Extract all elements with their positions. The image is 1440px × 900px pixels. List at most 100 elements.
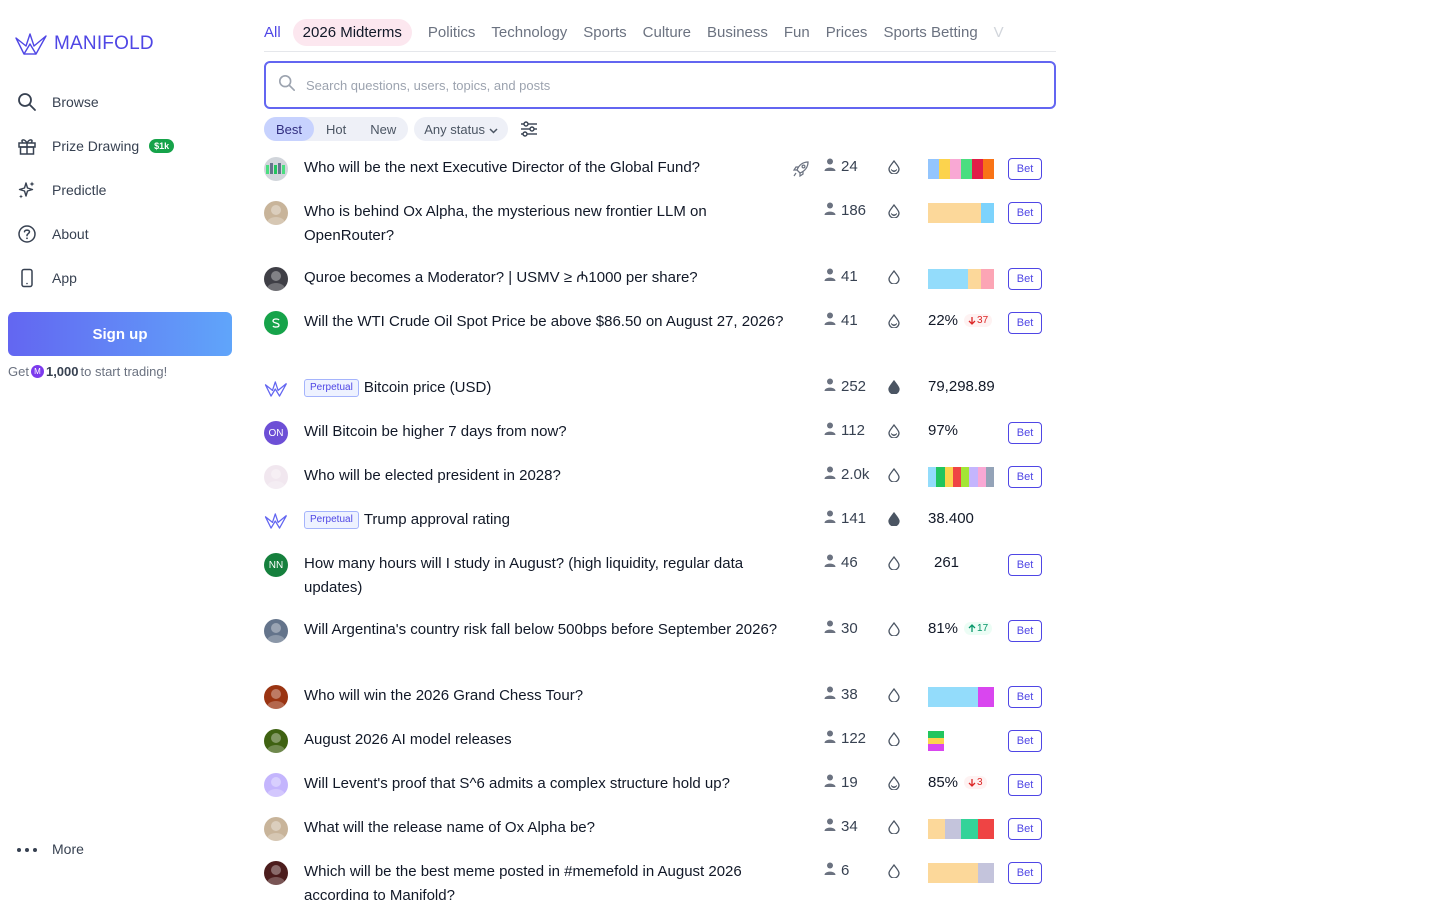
bet-button[interactable]: Bet	[1008, 268, 1042, 290]
bet-button[interactable]: Bet	[1008, 202, 1042, 224]
status-select[interactable]: Any status	[414, 117, 508, 141]
tab-business[interactable]: Business	[707, 24, 768, 41]
market-title[interactable]: Who will be the next Executive Director …	[304, 156, 794, 180]
market-title[interactable]: Will Levent's proof that S^6 admits a co…	[304, 772, 794, 796]
tab-prices[interactable]: Prices	[826, 24, 868, 41]
sidebar-item-predictle[interactable]: Predictle	[16, 168, 236, 212]
tab-politics[interactable]: Politics	[428, 24, 476, 41]
bet-button[interactable]: Bet	[1008, 774, 1042, 796]
question-icon	[16, 223, 38, 245]
tab-sports[interactable]: Sports	[583, 24, 626, 41]
market-title[interactable]: Will Argentina's country risk fall below…	[304, 618, 794, 642]
bet-button[interactable]: Bet	[1008, 466, 1042, 488]
tab-2026-midterms[interactable]: 2026 Midterms	[292, 19, 412, 46]
market-row[interactable]: Who will win the 2026 Grand Chess Tour? 3…	[264, 674, 1056, 718]
market-row[interactable]: Perpetual Bitcoin price (USD) 252 79,298.89	[264, 366, 1056, 410]
trader-count-value: 38	[841, 686, 858, 703]
sidebar-item-about[interactable]: About	[16, 212, 236, 256]
mana-coin-icon: M	[30, 365, 44, 378]
creator-avatar[interactable]	[264, 861, 288, 885]
trader-count-value: 30	[841, 620, 858, 637]
sort-new[interactable]: New	[358, 117, 408, 141]
market-row[interactable]: Who will be the next Executive Director …	[264, 146, 1056, 190]
trader-count: 252	[824, 378, 866, 395]
market-row[interactable]: NN How many hours will I study in August?…	[264, 542, 1056, 608]
creator-avatar[interactable]	[264, 773, 288, 797]
market-row[interactable]: Who will be elected president in 2028? 2.…	[264, 454, 1056, 498]
bet-button[interactable]: Bet	[1008, 158, 1042, 180]
sidebar-item-more[interactable]: More	[16, 840, 84, 858]
market-title[interactable]: Who will be elected president in 2028?	[304, 464, 794, 488]
market-title[interactable]: Will the WTI Crude Oil Spot Price be abo…	[304, 310, 794, 334]
market-title[interactable]: August 2026 AI model releases	[304, 728, 794, 752]
bet-button[interactable]: Bet	[1008, 686, 1042, 708]
trader-count: 141	[824, 510, 866, 527]
bet-button[interactable]: Bet	[1008, 730, 1042, 752]
sidebar-item-app[interactable]: App	[16, 256, 236, 300]
creator-avatar[interactable]	[264, 465, 288, 489]
trader-count: 186	[824, 202, 866, 219]
sidebar-item-browse[interactable]: Browse	[16, 80, 236, 124]
market-title[interactable]: How many hours will I study in August? (…	[304, 552, 794, 600]
creator-avatar[interactable]	[264, 377, 288, 401]
tab-overflow[interactable]: V	[994, 24, 1004, 41]
sign-up-button[interactable]: Sign up	[8, 312, 232, 356]
bet-button[interactable]: Bet	[1008, 818, 1042, 840]
market-title[interactable]: Which will be the best meme posted in #m…	[304, 860, 794, 900]
sort-hot[interactable]: Hot	[314, 117, 358, 141]
creator-avatar[interactable]	[264, 729, 288, 753]
creator-avatar[interactable]	[264, 619, 288, 643]
creator-avatar[interactable]	[264, 685, 288, 709]
user-icon	[824, 554, 836, 571]
market-row[interactable]: Which will be the best meme posted in #m…	[264, 850, 1056, 900]
market-row[interactable]: Will Levent's proof that S^6 admits a co…	[264, 762, 1056, 806]
user-icon	[824, 818, 836, 835]
creator-avatar[interactable]	[264, 509, 288, 533]
market-row[interactable]: Who is behind Ox Alpha, the mysterious n…	[264, 190, 1056, 256]
market-title[interactable]: Perpetual Trump approval rating	[304, 508, 794, 532]
market-title[interactable]: Perpetual Bitcoin price (USD)	[304, 376, 794, 400]
market-row[interactable]: August 2026 AI model releases 122 Bet	[264, 718, 1056, 762]
creator-avatar[interactable]	[264, 817, 288, 841]
creator-avatar[interactable]: ON	[264, 421, 288, 445]
market-row[interactable]: ON Will Bitcoin be higher 7 days from now…	[264, 410, 1056, 454]
market-row[interactable]: Quroe becomes a Moderator? | USMV ≥ ₼100…	[264, 256, 1056, 300]
liquidity-drop-icon	[888, 819, 900, 839]
sort-best[interactable]: Best	[264, 117, 315, 141]
tab-all[interactable]: All	[264, 24, 281, 41]
market-row[interactable]: Will Argentina's country risk fall below…	[264, 608, 1056, 674]
filter-sliders-icon[interactable]	[520, 121, 538, 137]
bet-button[interactable]: Bet	[1008, 620, 1042, 642]
market-title[interactable]: What will the release name of Ox Alpha b…	[304, 816, 794, 840]
bet-button[interactable]: Bet	[1008, 554, 1042, 576]
bet-button[interactable]: Bet	[1008, 422, 1042, 444]
creator-avatar[interactable]	[264, 267, 288, 291]
sidebar: MANIFOLD Browse Prize Drawing $1k Predic…	[0, 0, 240, 900]
bet-button[interactable]: Bet	[1008, 862, 1042, 884]
creator-avatar[interactable]	[264, 311, 288, 335]
creator-avatar[interactable]	[264, 157, 288, 181]
bet-button[interactable]: Bet	[1008, 312, 1042, 334]
tab-fun[interactable]: Fun	[784, 24, 810, 41]
rocket-icon	[792, 160, 810, 183]
market-title[interactable]: Quroe becomes a Moderator? | USMV ≥ ₼100…	[304, 266, 794, 290]
creator-avatar[interactable]: NN	[264, 553, 288, 577]
market-row[interactable]: Perpetual Trump approval rating 141 38.400	[264, 498, 1056, 542]
logo[interactable]: MANIFOLD	[14, 30, 154, 58]
sidebar-item-prize-drawing[interactable]: Prize Drawing $1k	[16, 124, 236, 168]
market-title[interactable]: Will Bitcoin be higher 7 days from now?	[304, 420, 794, 444]
search-input[interactable]	[306, 77, 1026, 93]
market-title-text: Quroe becomes a Moderator? | USMV ≥ ₼100…	[304, 269, 698, 286]
market-title[interactable]: Who will win the 2026 Grand Chess Tour?	[304, 684, 794, 708]
market-row[interactable]: What will the release name of Ox Alpha b…	[264, 806, 1056, 850]
creator-avatar[interactable]	[264, 201, 288, 225]
manifold-crane-icon	[15, 33, 47, 55]
tab-culture[interactable]: Culture	[643, 24, 691, 41]
market-title-text: What will the release name of Ox Alpha b…	[304, 819, 595, 836]
tab-technology[interactable]: Technology	[491, 24, 567, 41]
search-box	[264, 61, 1056, 109]
tab-sports-betting[interactable]: Sports Betting	[883, 24, 977, 41]
sidebar-item-label: Browse	[52, 94, 99, 110]
market-title[interactable]: Who is behind Ox Alpha, the mysterious n…	[304, 200, 794, 248]
market-row[interactable]: Will the WTI Crude Oil Spot Price be abo…	[264, 300, 1056, 366]
